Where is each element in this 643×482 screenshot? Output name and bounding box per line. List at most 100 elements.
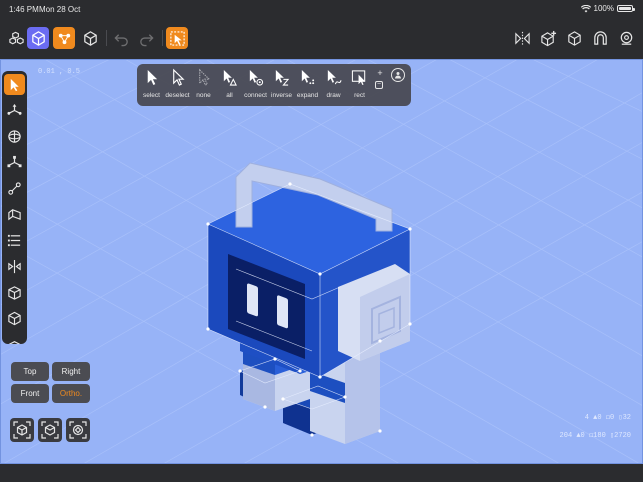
vertex-mode-button[interactable]: [53, 27, 75, 49]
settings-button[interactable]: [615, 27, 637, 49]
selection-tool-icon: [169, 30, 185, 46]
add-primitive-icon: [540, 30, 556, 46]
redo-button[interactable]: [135, 27, 157, 49]
select-cursor-icon: [147, 69, 158, 86]
inverse-label: inverse: [271, 92, 292, 99]
camera-reset-icon: [69, 421, 87, 439]
deselect-button[interactable]: deselect: [165, 67, 190, 103]
select-all-icon: [223, 69, 237, 86]
all-label: all: [226, 92, 233, 99]
connect-label: connect: [244, 92, 267, 99]
mirror-axis-icon: [8, 259, 21, 274]
battery-icon: [617, 5, 635, 12]
none-cursor-icon: [199, 68, 211, 86]
inverse-icon: [275, 69, 290, 86]
viewport-coordinates: 0.01 , 0.5: [38, 68, 81, 76]
box-tool-button[interactable]: [4, 282, 25, 303]
mesh-stats: 204 ▲0 ◻180 ▯2720: [559, 432, 631, 440]
bottom-bar: [0, 464, 643, 482]
view-right-button[interactable]: Right: [52, 362, 90, 381]
left-tool-strip: [2, 71, 27, 344]
toolbar-divider: [162, 30, 163, 46]
rotate-icon: [8, 130, 21, 143]
move-tool-button[interactable]: [4, 100, 25, 121]
mirror-axis-tool-button[interactable]: [4, 256, 25, 277]
expand-button[interactable]: expand: [295, 67, 320, 103]
expand-icon: [301, 69, 315, 85]
status-date: Mon 28 Oct: [39, 5, 81, 14]
grow-selection-button[interactable]: +: [377, 68, 382, 78]
viewport-scene: [0, 59, 643, 464]
draw-button[interactable]: draw: [321, 67, 346, 103]
inverse-button[interactable]: inverse: [269, 67, 294, 103]
selection-panel: select deselect none all connect inverse…: [137, 64, 411, 106]
connect-button[interactable]: connect: [243, 67, 268, 103]
selection-options-button[interactable]: [391, 68, 405, 82]
3d-viewport[interactable]: [0, 59, 643, 464]
view-front-button[interactable]: Front: [11, 384, 49, 403]
undo-button[interactable]: [110, 27, 132, 49]
connect-icon: [249, 69, 264, 86]
deselect-label: deselect: [165, 92, 190, 99]
rotate-tool-button[interactable]: [4, 126, 25, 147]
status-right: 100%: [580, 4, 635, 13]
select-label: select: [143, 92, 160, 99]
person-target-icon: [395, 72, 401, 79]
camera-perspective-button[interactable]: [38, 418, 62, 442]
expand-label: expand: [296, 92, 319, 99]
scene-objects-button[interactable]: [5, 27, 27, 49]
status-time: 1:46 PM: [9, 5, 39, 14]
cube-tool-button[interactable]: [4, 308, 25, 329]
extrude-icon: [8, 182, 21, 195]
battery-percent: 100%: [593, 4, 614, 13]
draw-label: draw: [326, 92, 341, 99]
more-icon: [8, 341, 21, 344]
rect-select-icon: [351, 70, 366, 86]
battery-fill: [619, 7, 631, 10]
none-label: none: [196, 92, 211, 99]
mirror-icon: [514, 31, 530, 45]
camera-focus-icon: [13, 421, 31, 439]
extrude-tool-button[interactable]: [4, 178, 25, 199]
add-primitive-button[interactable]: [537, 27, 559, 49]
cube-icon: [8, 311, 21, 326]
select-button[interactable]: select: [139, 67, 164, 103]
all-button[interactable]: all: [217, 67, 242, 103]
scene-objects-icon: [8, 31, 24, 44]
draw-select-icon: [327, 69, 342, 85]
select-arrow-icon: [10, 78, 19, 92]
solid-cube-button[interactable]: [79, 27, 101, 49]
loop-cut-tool-button[interactable]: [4, 230, 25, 251]
camera-focus-button[interactable]: [10, 418, 34, 442]
scale-tool-button[interactable]: [4, 152, 25, 173]
object-mode-button[interactable]: [27, 27, 49, 49]
mirror-button[interactable]: [511, 27, 533, 49]
magnet-button[interactable]: [589, 27, 611, 49]
undo-icon: [113, 33, 128, 46]
camera-perspective-icon: [41, 421, 59, 439]
select-tool-button[interactable]: [4, 74, 25, 95]
view-top-button[interactable]: Top: [11, 362, 49, 381]
scale-icon: [7, 155, 22, 168]
selection-tool-button[interactable]: [166, 27, 188, 49]
robot-model[interactable]: [206, 162, 412, 444]
magnet-icon: [593, 30, 607, 45]
box-icon: [8, 286, 21, 300]
solid-cube-icon: [83, 30, 97, 46]
deselect-cursor-icon: [173, 68, 185, 86]
camera-reset-button[interactable]: [66, 418, 90, 442]
settings-icon: [620, 31, 632, 45]
status-bar: 1:46 PM Mon 28 Oct 100%: [0, 0, 643, 18]
none-button[interactable]: none: [191, 67, 216, 103]
more-tools-button[interactable]: [4, 334, 25, 344]
bevel-icon: [8, 209, 21, 221]
top-toolbar: [0, 18, 643, 59]
rect-button[interactable]: rect: [347, 67, 372, 103]
shrink-selection-button[interactable]: −: [375, 81, 383, 89]
bevel-tool-button[interactable]: [4, 204, 25, 225]
vertex-mode-icon: [58, 33, 70, 44]
wifi-icon: [580, 4, 591, 12]
move-icon: [7, 103, 22, 115]
wireframe-cube-button[interactable]: [563, 27, 585, 49]
view-ortho-button[interactable]: Ortho.: [52, 384, 90, 403]
